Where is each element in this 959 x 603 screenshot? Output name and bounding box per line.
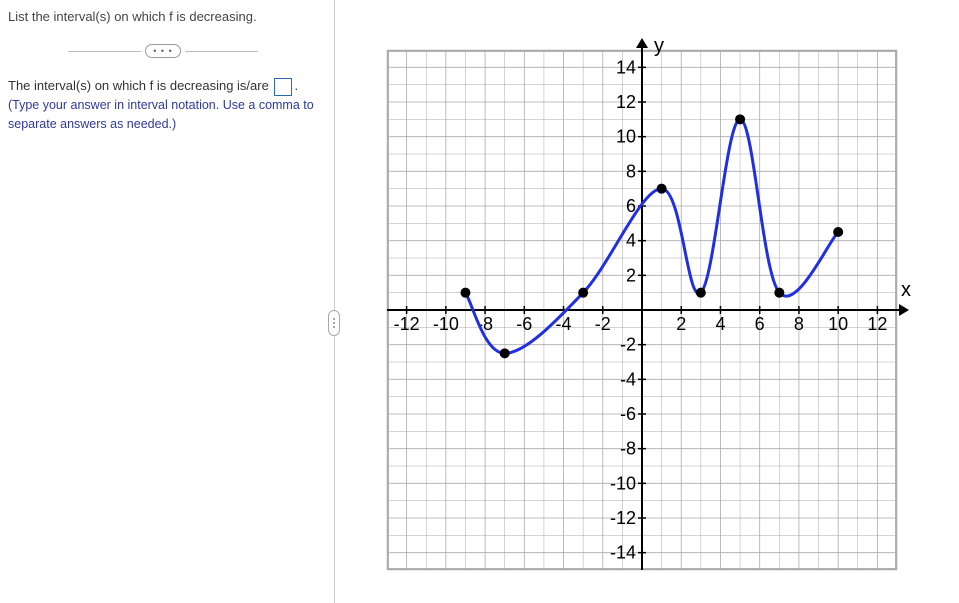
panel-resize-handle[interactable] <box>328 310 340 336</box>
svg-text:8: 8 <box>626 161 636 181</box>
svg-text:-6: -6 <box>620 404 636 424</box>
svg-text:6: 6 <box>755 314 765 334</box>
svg-text:-10: -10 <box>610 473 636 493</box>
svg-text:2: 2 <box>626 265 636 285</box>
svg-text:10: 10 <box>828 314 848 334</box>
answer-hint: (Type your answer in interval notation. … <box>8 96 318 134</box>
answer-block: The interval(s) on which f is decreasing… <box>8 76 318 133</box>
divider-line-left <box>68 51 141 52</box>
svg-text:y: y <box>654 35 664 57</box>
expand-pill[interactable]: • • • <box>145 44 180 58</box>
svg-text:10: 10 <box>616 127 636 147</box>
svg-text:-4: -4 <box>620 369 636 389</box>
svg-text:-10: -10 <box>433 314 459 334</box>
svg-text:14: 14 <box>616 57 636 77</box>
svg-text:8: 8 <box>794 314 804 334</box>
svg-text:-2: -2 <box>595 314 611 334</box>
svg-text:-6: -6 <box>516 314 532 334</box>
answer-suffix: . <box>294 78 298 93</box>
answer-prompt: The interval(s) on which f is decreasing… <box>8 78 269 93</box>
svg-text:-8: -8 <box>620 439 636 459</box>
svg-text:12: 12 <box>616 92 636 112</box>
answer-input[interactable] <box>274 78 292 96</box>
divider-line-right <box>185 51 258 52</box>
svg-text:4: 4 <box>715 314 725 334</box>
svg-text:x: x <box>901 279 911 301</box>
svg-text:-2: -2 <box>620 335 636 355</box>
chart-svg: -12-10-8-6-4-224681012-14-12-10-8-6-4-22… <box>367 30 927 590</box>
svg-text:-14: -14 <box>610 543 636 563</box>
svg-text:12: 12 <box>867 314 887 334</box>
svg-text:4: 4 <box>626 231 636 251</box>
chart-panel: -12-10-8-6-4-224681012-14-12-10-8-6-4-22… <box>335 0 959 603</box>
chart-container: -12-10-8-6-4-224681012-14-12-10-8-6-4-22… <box>367 30 927 590</box>
question-panel: List the interval(s) on which f is decre… <box>0 0 335 603</box>
question-text: List the interval(s) on which f is decre… <box>8 8 318 26</box>
svg-text:-12: -12 <box>394 314 420 334</box>
svg-text:-12: -12 <box>610 508 636 528</box>
svg-text:2: 2 <box>676 314 686 334</box>
divider: • • • <box>68 44 258 58</box>
